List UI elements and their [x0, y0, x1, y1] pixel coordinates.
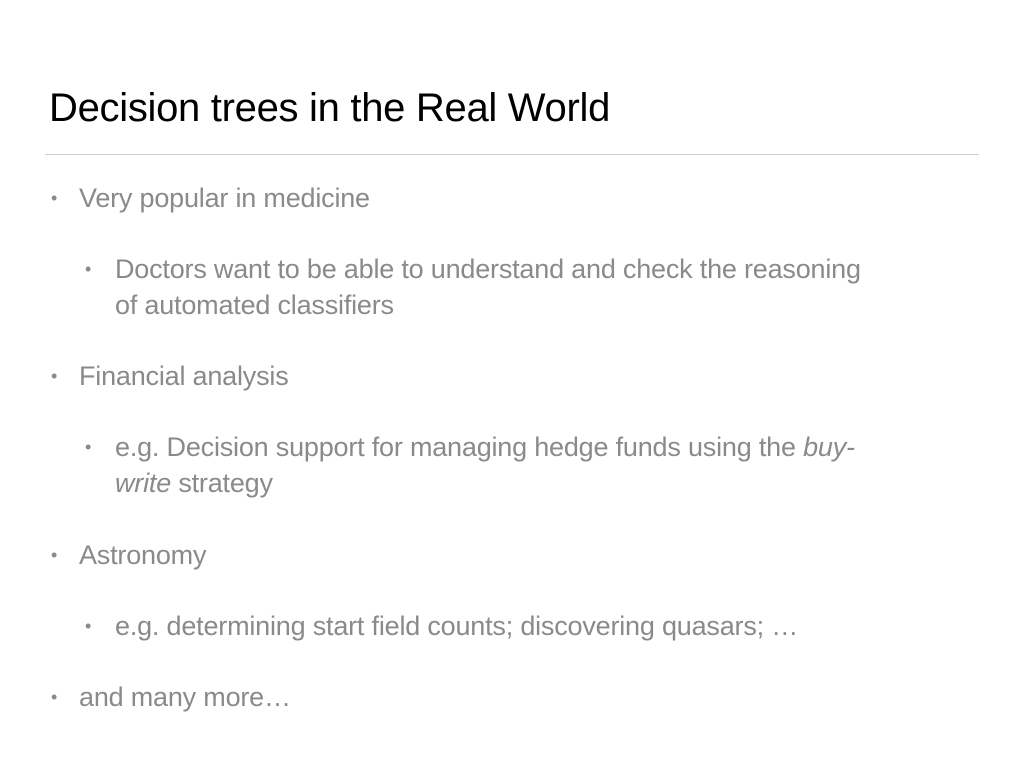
- bullet-text: Astronomy: [79, 540, 207, 570]
- sub-bullet-doctors: • Doctors want to be able to understand …: [85, 251, 965, 323]
- bullet-text: Very popular in medicine: [79, 183, 370, 213]
- bullet-medicine: • Very popular in medicine: [51, 180, 370, 216]
- slide-title: Decision trees in the Real World: [49, 86, 611, 130]
- bullet-text-line1: Doctors want to be able to understand an…: [115, 254, 861, 284]
- bullet-dot-icon: •: [51, 545, 58, 565]
- bullet-dot-icon: •: [51, 188, 58, 208]
- bullet-text-line2: of automated classifiers: [115, 290, 394, 320]
- bullet-dot-icon: •: [85, 437, 92, 457]
- sub-bullet-quasars: • e.g. determining start field counts; d…: [85, 608, 965, 644]
- bullet-dot-icon: •: [51, 366, 58, 386]
- italic-term: buy-: [803, 432, 855, 462]
- italic-term: write: [115, 468, 172, 498]
- bullet-astronomy: • Astronomy: [51, 537, 207, 573]
- bullet-text-line2: strategy: [171, 468, 273, 498]
- bullet-dot-icon: •: [85, 616, 92, 636]
- bullet-text-line1: e.g. Decision support for managing hedge…: [115, 432, 804, 462]
- bullet-dot-icon: •: [51, 687, 58, 707]
- bullet-text: Financial analysis: [79, 361, 289, 391]
- bullet-dot-icon: •: [85, 259, 92, 279]
- title-divider: [45, 154, 979, 155]
- bullet-text: e.g. determining start field counts; dis…: [115, 611, 799, 641]
- bullet-financial: • Financial analysis: [51, 358, 289, 394]
- bullet-text: and many more…: [79, 682, 291, 712]
- bullet-many-more: • and many more…: [51, 679, 291, 715]
- sub-bullet-hedge-funds: • e.g. Decision support for managing hed…: [85, 429, 965, 501]
